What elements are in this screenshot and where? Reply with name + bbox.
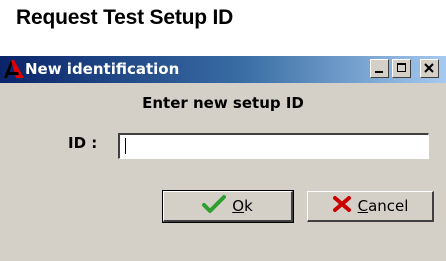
app-logo-icon xyxy=(3,59,25,79)
id-label: ID : xyxy=(68,134,98,152)
title-bar[interactable]: New identification xyxy=(0,56,446,83)
maximize-button[interactable] xyxy=(392,59,411,78)
close-icon xyxy=(424,63,434,73)
ok-button[interactable]: Ok xyxy=(162,190,294,223)
cross-icon xyxy=(332,195,352,217)
cancel-button[interactable]: Cancel xyxy=(307,191,434,222)
maximize-icon xyxy=(397,63,406,72)
checkmark-icon xyxy=(202,194,227,218)
minimize-icon xyxy=(375,71,383,73)
page-heading: Request Test Setup ID xyxy=(16,6,234,29)
window-title: New identification xyxy=(25,60,180,78)
setup-id-input[interactable] xyxy=(118,133,429,159)
dialog-window: New identification Enter new setup ID ID… xyxy=(0,56,446,261)
cancel-button-label: Cancel xyxy=(357,197,409,215)
prompt-text: Enter new setup ID xyxy=(142,94,304,112)
close-button[interactable] xyxy=(420,59,439,78)
text-caret xyxy=(125,138,126,154)
ok-button-label: Ok xyxy=(232,197,253,215)
minimize-button[interactable] xyxy=(370,59,389,78)
